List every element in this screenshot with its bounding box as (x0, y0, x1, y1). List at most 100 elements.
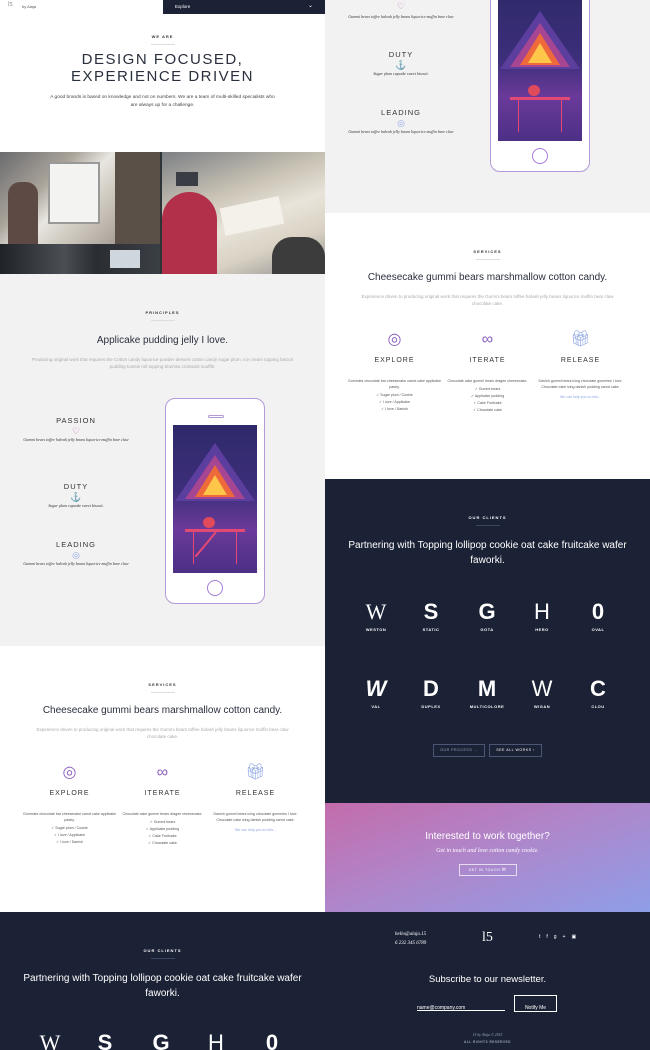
client-name: MULTICOLORE (469, 704, 505, 709)
clients-section: OUR CLIENTS Partnering with Topping loll… (325, 479, 650, 803)
client-logo-val[interactable]: W VAL (356, 676, 396, 709)
client-logo-wigan[interactable]: W WIGAN (522, 676, 562, 709)
google-plus-icon[interactable]: g+ (554, 934, 572, 940)
principle-leading: LEADING ◎ Gummi bears toffee halvah jell… (20, 540, 132, 567)
service-label: RELEASE (560, 357, 601, 364)
facebook-icon[interactable]: f (546, 934, 553, 940)
principle-text: Gummi bears toffee halvah jelly beans li… (23, 437, 129, 442)
instagram-icon[interactable]: ▣ (571, 934, 582, 940)
principle-title: DUTY (63, 482, 89, 491)
explore-menu[interactable]: Explore ⌄ (163, 0, 325, 14)
service-list-item: ✓ I love / Danish (56, 840, 83, 844)
client-logo-duplex[interactable]: D DUPLEX (411, 676, 451, 709)
service-link[interactable]: We can help you so info... (208, 827, 303, 833)
photo-office (0, 244, 160, 274)
principle-duty-r: DUTY ⚓ Sugar plum cupcake sweet biscuit. (345, 50, 457, 77)
principle-text: Sugar plum cupcake sweet biscuit. (48, 503, 104, 508)
principles-section: PRINCIPLES Applicake pudding jelly I lov… (0, 274, 325, 646)
service-list-item: ✓ I love / Applicake (379, 400, 410, 404)
client-logo-multicolore[interactable]: M MULTICOLORE (467, 676, 507, 709)
mail-icon: ✉ (501, 867, 507, 873)
medal-icon: ◎ (397, 118, 405, 128)
client-name: VAL (371, 704, 381, 709)
see-all-works-button[interactable]: SEE ALL WORKS › (489, 744, 542, 757)
client-logo-gota[interactable]: G GOTA (467, 599, 507, 632)
clients-title: Partnering with Topping lollipop cookie … (348, 540, 627, 566)
footer-email[interactable]: hello@alaja.15 (395, 932, 426, 937)
service-list-item: ✓ Chocolate cake (148, 841, 177, 845)
service-release: 🎁︎ RELEASE Danish gummi bears icing choc… (208, 764, 303, 833)
notify-me-button[interactable]: Notify Me (514, 995, 557, 1012)
service-list-item: ✓ Sugar plum / Cookie (51, 826, 88, 830)
service-list-item: ✓ I love / Danish (381, 407, 408, 411)
service-desc: Chocolate cake gummi bears dragee cheese… (447, 379, 528, 383)
services-title: Cheesecake gummi bears marshmallow cotto… (367, 272, 608, 283)
service-iterate: ∞ ITERATE Chocolate cake gummi bears dra… (440, 331, 535, 414)
gift-icon: 🎁︎ (570, 331, 591, 348)
service-link[interactable]: We can help you so info... (533, 394, 628, 400)
client-logo-static[interactable]: S (85, 1030, 125, 1050)
our-process-label: OUR PROCESS (440, 748, 473, 752)
client-logo-oval[interactable]: 0 (252, 1030, 292, 1050)
service-desc: Gummies chocolate bar cheesecake carrot … (22, 812, 117, 822)
newsletter-title: Subscribe to our newsletter. (428, 974, 547, 985)
service-release: 🎁︎ RELEASE Danish gummi bears icing choc… (533, 331, 628, 400)
cta-section: Interested to work together? Get in touc… (325, 803, 650, 912)
photo-whiteboard (0, 152, 160, 244)
left-column: l5 by Alaja Explore ⌄ WE ARE DESIGN FOCU… (0, 0, 325, 1050)
services-eyebrow: SERVICES (148, 682, 177, 687)
client-glyph: C (590, 676, 606, 701)
phone-home-button (207, 580, 223, 596)
service-list-item: ✓ Applicake pudding (470, 394, 505, 398)
client-name: WIGAN (533, 704, 551, 709)
client-name: CLOU (591, 704, 605, 709)
gift-icon: 🎁︎ (245, 764, 266, 781)
cta-sub: Get in touch and love cotton candy cooki… (436, 848, 539, 854)
globe-icon: ◎ (387, 331, 402, 348)
services-section-left: SERVICES Cheesecake gummi bears marshmal… (0, 646, 325, 912)
newsletter-email-input[interactable]: name@company.com (417, 996, 505, 1011)
footer: hello@alaja.15 6 232 345 6789 l5 tfg+▣ S… (325, 912, 650, 1050)
client-logo-hero[interactable]: H (196, 1030, 236, 1050)
chevron-right-icon: › (533, 748, 535, 752)
service-label: ITERATE (469, 357, 506, 364)
services-body: Experience driven to producing original … (361, 294, 614, 306)
footer-rights: ALL RIGHTS RESERVED (464, 1040, 511, 1044)
client-glyph: M (477, 676, 497, 701)
get-in-touch-label: GET IN TOUCH (468, 868, 501, 872)
infinity-icon: ∞ (156, 764, 169, 781)
photo-meeting (162, 152, 325, 274)
services-eyebrow: SERVICES (473, 249, 502, 254)
footer-copyright: 15 by Alaja © 2015 (472, 1033, 503, 1037)
our-process-button[interactable]: OUR PROCESS → (433, 744, 485, 757)
service-desc: Gummies chocolate bar cheesecake carrot … (347, 379, 442, 389)
team-photo-collage (0, 152, 325, 274)
principle-text: Gummi bears toffee halvah jelly beans li… (348, 129, 454, 134)
divider (150, 692, 175, 693)
service-desc: Danish gummi bears icing chocolate gummi… (213, 812, 298, 822)
services-body: Experience driven to producing original … (36, 727, 289, 739)
right-column: Gummi bears toffee halvah jelly beans li… (325, 0, 650, 1050)
principles-body: Producing original work that requires th… (32, 357, 293, 369)
client-logo-weston[interactable]: W WESTON (356, 599, 396, 632)
get-in-touch-button[interactable]: GET IN TOUCH ✉ (458, 864, 517, 876)
principle-text: Sugar plum cupcake sweet biscuit. (373, 71, 429, 76)
we-are-section: WE ARE DESIGN FOCUSED, EXPERIENCE DRIVEN… (0, 14, 325, 152)
social-links: tfg+▣ (539, 934, 582, 940)
client-logo-hero[interactable]: H HERO (522, 599, 562, 632)
phone-screen-art (173, 425, 257, 573)
client-logo-static[interactable]: S STATIC (411, 599, 451, 632)
client-logo-weston[interactable]: W (30, 1030, 70, 1050)
phone-home-button (532, 148, 548, 164)
we-are-title-2: EXPERIENCE DRIVEN (70, 68, 255, 85)
client-logo-clou[interactable]: C CLOU (578, 676, 618, 709)
phone-mockup (165, 398, 265, 604)
client-logo-oval[interactable]: 0 OVAL (578, 599, 618, 632)
site-logo[interactable]: l5 (8, 2, 13, 8)
service-label: ITERATE (144, 790, 181, 797)
clients-eyebrow: OUR CLIENTS (468, 515, 507, 520)
client-name: DUPLEX (421, 704, 441, 709)
phone-mockup-cropped (490, 0, 590, 172)
footer-logo[interactable]: l5 (482, 930, 493, 946)
client-logo-gota[interactable]: G (141, 1030, 181, 1050)
